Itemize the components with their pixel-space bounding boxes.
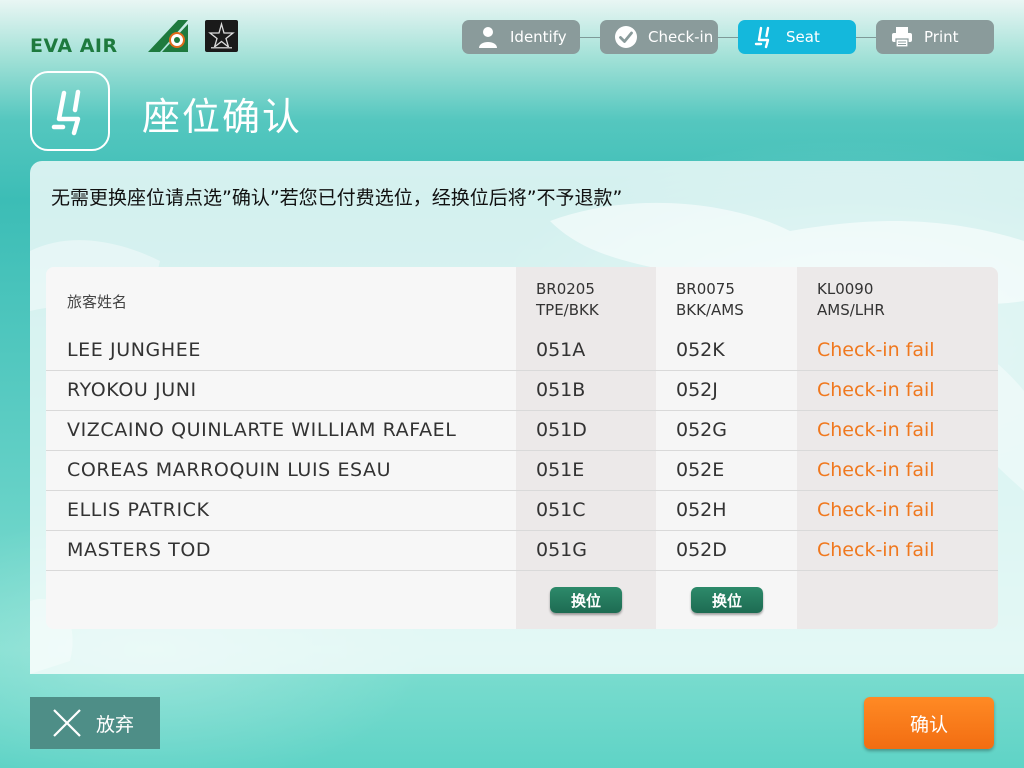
- seat-flight-2: 052K: [676, 339, 725, 361]
- step-print: Print: [876, 20, 994, 54]
- seat-icon: [51, 89, 81, 136]
- checkin-fail-status: Check-in fail: [817, 499, 935, 521]
- table-row: VIZCAINO QUINLARTE WILLIAM RAFAEL 051D 0…: [46, 411, 998, 451]
- passenger-name: RYOKOU JUNI: [67, 379, 197, 401]
- passenger-name: COREAS MARROQUIN LUIS ESAU: [67, 459, 392, 481]
- progress-steps: Identify Check-in Seat Print: [462, 20, 994, 54]
- step-label: Seat: [786, 28, 820, 46]
- change-seat-button-flight-2[interactable]: 换位: [691, 587, 763, 613]
- passenger-name-header: 旅客姓名: [67, 293, 128, 311]
- seat-flight-1: 051A: [536, 339, 586, 361]
- seat-flight-1: 051C: [536, 499, 586, 521]
- table-row: ELLIS PATRICK 051C 052H Check-in fail: [46, 491, 998, 531]
- flight-route: BKK/AMS: [676, 301, 744, 319]
- main-panel: 无需更换座位请点选”确认”若您已付费选位，经换位后将”不予退款” 旅客姓名 BR…: [30, 161, 1024, 674]
- flight-route: AMS/LHR: [817, 301, 885, 319]
- instruction-text: 无需更换座位请点选”确认”若您已付费选位，经换位后将”不予退款”: [51, 187, 623, 209]
- step-connector: [718, 37, 738, 38]
- seat-flight-2: 052H: [676, 499, 727, 521]
- printer-icon: [892, 27, 912, 48]
- checkmark-icon: [615, 26, 637, 48]
- step-label: Print: [924, 28, 959, 46]
- passenger-name: VIZCAINO QUINLARTE WILLIAM RAFAEL: [67, 419, 457, 441]
- close-icon: [53, 709, 81, 737]
- logo-text: EVA AIR: [30, 35, 118, 57]
- step-label: Identify: [510, 28, 567, 46]
- seat-flight-2: 052G: [676, 419, 727, 441]
- table-row: COREAS MARROQUIN LUIS ESAU 051E 052E Che…: [46, 451, 998, 491]
- person-icon: [479, 27, 497, 48]
- step-identify: Identify: [462, 20, 580, 54]
- abandon-label: 放弃: [96, 713, 135, 736]
- step-connector: [856, 37, 876, 38]
- flight-header-1: BR0205 TPE/BKK: [536, 279, 599, 321]
- seat-flight-1: 051D: [536, 419, 587, 441]
- seat-flight-1: 051E: [536, 459, 585, 481]
- seat-flight-1: 051B: [536, 379, 586, 401]
- eva-air-logo: EVA AIR: [30, 18, 190, 57]
- seat-table: 旅客姓名 BR0205 TPE/BKK BR0075 BKK/AMS KL009…: [46, 267, 998, 629]
- passenger-name: ELLIS PATRICK: [67, 499, 210, 521]
- page-title: 座位确认: [142, 95, 303, 139]
- star-alliance-logo: [205, 20, 238, 52]
- seat-flight-2: 052E: [676, 459, 725, 481]
- confirm-button[interactable]: 确认: [864, 697, 994, 749]
- logo-wing-icon: [148, 20, 188, 52]
- step-connector: [580, 37, 600, 38]
- seat-flight-2: 052D: [676, 539, 727, 561]
- flight-header-3: KL0090 AMS/LHR: [817, 279, 885, 321]
- passenger-name: LEE JUNGHEE: [67, 339, 201, 361]
- table-row: RYOKOU JUNI 051B 052J Check-in fail: [46, 371, 998, 411]
- flight-number: BR0075: [676, 280, 735, 298]
- flight-number: KL0090: [817, 280, 874, 298]
- abandon-button[interactable]: 放弃: [30, 697, 160, 749]
- step-check-in: Check-in: [600, 20, 718, 54]
- title-icon-box: [30, 71, 110, 151]
- passenger-name: MASTERS TOD: [67, 539, 212, 561]
- checkin-fail-status: Check-in fail: [817, 419, 935, 441]
- checkin-fail-status: Check-in fail: [817, 379, 935, 401]
- step-label: Check-in: [648, 28, 714, 46]
- flight-number: BR0205: [536, 280, 595, 298]
- seat-icon: [754, 26, 770, 49]
- flight-route: TPE/BKK: [536, 301, 599, 319]
- table-row: MASTERS TOD 051G 052D Check-in fail: [46, 531, 998, 571]
- table-row: LEE JUNGHEE 051A 052K Check-in fail: [46, 331, 998, 371]
- checkin-fail-status: Check-in fail: [817, 339, 935, 361]
- checkin-fail-status: Check-in fail: [817, 539, 935, 561]
- checkin-fail-status: Check-in fail: [817, 459, 935, 481]
- seat-flight-1: 051G: [536, 539, 587, 561]
- seat-flight-2: 052J: [676, 379, 718, 401]
- flight-header-2: BR0075 BKK/AMS: [676, 279, 744, 321]
- star-alliance-icon: [208, 21, 235, 49]
- change-seat-button-flight-1[interactable]: 换位: [550, 587, 622, 613]
- step-seat: Seat: [738, 20, 856, 54]
